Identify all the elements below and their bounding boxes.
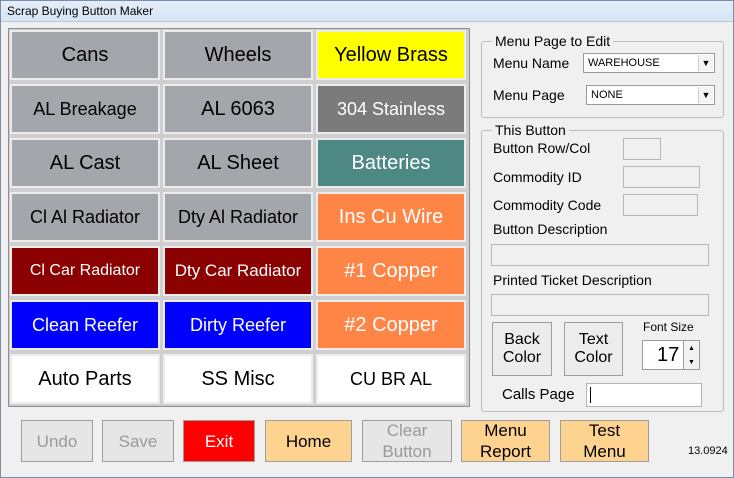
menu-tile-label: Dty Car Radiator [174,261,302,280]
menu-tile-label: Cl Al Radiator [29,206,141,227]
menu-report-button[interactable]: Menu Report [461,420,550,462]
menu-tile-label: Yellow Brass [334,43,448,66]
menu-tile-label: Ins Cu Wire [338,205,444,228]
font-size-value: 17 [657,344,680,366]
menu-tile[interactable]: Yellow Brass [316,30,466,80]
text-color-button[interactable]: Text Color [564,322,623,376]
undo-button[interactable]: Undo [21,420,93,462]
menu-tile[interactable]: AL 6063 [163,84,313,134]
menu-page-select[interactable]: NONE ▼ [586,85,715,105]
chevron-down-icon[interactable]: ▼ [698,55,713,71]
menu-tile[interactable]: CU BR AL [316,354,466,404]
menu-tile[interactable]: #2 Copper [316,300,466,350]
font-size-stepper[interactable]: 17 ▲ ▼ [642,340,700,370]
menu-tile[interactable]: Cans [10,30,160,80]
font-size-label: Font Size [643,320,694,334]
menu-tile[interactable]: Auto Parts [10,354,160,404]
this-button-legend: This Button [495,122,566,138]
chevron-up-icon[interactable]: ▲ [683,341,699,356]
menu-tile-label: CU BR AL [349,368,433,389]
text-cursor [590,387,591,403]
description-label: Button Description [493,221,608,237]
clear-button[interactable]: Clear Button [362,420,452,462]
menu-name-select[interactable]: WAREHOUSE ▼ [583,53,715,73]
title-bar: Scrap Buying Button Maker [1,1,733,22]
menu-tile-label: AL Cast [49,151,121,174]
menu-tile[interactable]: 304 Stainless [316,84,466,134]
exit-button[interactable]: Exit [183,420,255,462]
menu-tile[interactable]: Dirty Reefer [163,300,313,350]
menu-page-label: Menu Page [493,87,565,103]
app-window: Scrap Buying Button Maker Cans Wheels Yell… [0,0,734,478]
description-field[interactable] [491,244,709,266]
calls-page-field[interactable] [586,383,702,407]
save-button[interactable]: Save [102,420,174,462]
menu-tile-label: 304 Stainless [336,98,446,119]
menu-tile[interactable]: Clean Reefer [10,300,160,350]
menu-tile-label: Cans [61,43,109,66]
row-col-label: Button Row/Col [493,140,591,156]
menu-tile[interactable]: AL Breakage [10,84,160,134]
menu-tile-label: Dty Al Radiator [177,206,299,227]
commodity-code-field[interactable] [623,194,698,216]
menu-tile[interactable]: Dty Car Radiator [163,246,313,296]
menu-tile[interactable]: Cl Car Radiator [10,246,160,296]
menu-page-group: Menu Page to Edit [481,33,724,118]
menu-tile[interactable]: Ins Cu Wire [316,192,466,242]
menu-tile[interactable]: Wheels [163,30,313,80]
menu-tile-label: #1 Copper [344,259,438,282]
menu-tile-label: Dirty Reefer [189,314,287,335]
commodity-id-label: Commodity ID [493,169,582,185]
menu-tile[interactable]: #1 Copper [316,246,466,296]
commodity-code-label: Commodity Code [493,197,602,213]
menu-tile[interactable]: Cl Al Radiator [10,192,160,242]
calls-page-label: Calls Page [502,386,575,403]
menu-tile-label: SS Misc [201,367,275,390]
menu-tile-label: Cl Car Radiator [29,262,141,279]
menu-tile-label: Clean Reefer [31,314,139,335]
menu-tile[interactable]: Dty Al Radiator [163,192,313,242]
row-col-field[interactable] [623,138,661,160]
menu-tile[interactable]: SS Misc [163,354,313,404]
ticket-description-label: Printed Ticket Description [493,272,652,288]
version-label: 13.0924 [688,445,728,457]
menu-tile-label: Batteries [351,151,431,174]
menu-name-label: Menu Name [493,55,570,71]
menu-page-legend: Menu Page to Edit [495,33,611,49]
menu-tile[interactable]: AL Cast [10,138,160,188]
commodity-id-field[interactable] [623,166,700,188]
chevron-down-icon[interactable]: ▼ [683,355,699,369]
menu-tile[interactable]: AL Sheet [163,138,313,188]
menu-name-value: WAREHOUSE [588,57,660,69]
window-title: Scrap Buying Button Maker [7,4,154,18]
ticket-description-field[interactable] [491,294,709,316]
home-button[interactable]: Home [265,420,352,462]
menu-tile-label: AL Sheet [197,151,279,174]
menu-tile-label: AL Breakage [33,98,137,119]
menu-tile-label: #2 Copper [344,313,438,336]
chevron-down-icon[interactable]: ▼ [698,87,713,103]
back-color-button[interactable]: Back Color [492,322,552,376]
menu-page-value: NONE [591,89,623,101]
menu-tile-label: Auto Parts [38,367,132,390]
button-grid: Cans Wheels Yellow Brass AL Breakage AL 6063… [8,28,470,407]
menu-tile-label: Wheels [204,43,272,66]
menu-tile-label: AL 6063 [201,97,275,120]
test-menu-button[interactable]: Test Menu [560,420,649,462]
menu-tile[interactable]: Batteries [316,138,466,188]
